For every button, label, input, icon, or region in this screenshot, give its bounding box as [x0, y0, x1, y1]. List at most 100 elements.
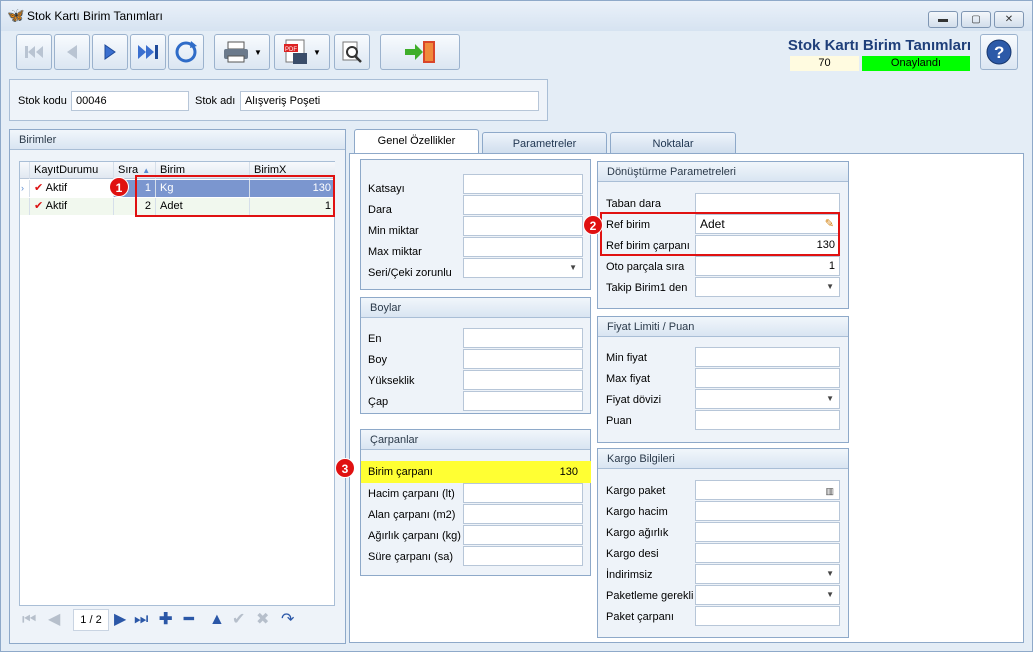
first-page-icon[interactable]: ⏮ [22, 612, 36, 628]
lookup-button-icon[interactable]: ▥ [825, 482, 834, 500]
tab-parameters[interactable]: Parametreler [482, 132, 607, 154]
annotation-box-ref [600, 212, 840, 256]
indirimsiz-select[interactable]: ▼ [695, 564, 840, 584]
min-fiyat-field[interactable] [695, 347, 840, 367]
search-preview-button[interactable] [334, 34, 370, 70]
boy-field[interactable] [463, 349, 583, 369]
refresh-button[interactable] [168, 34, 204, 70]
field-label: Takip Birim1 den [606, 282, 688, 294]
sure-carpani-field[interactable] [463, 546, 583, 566]
paketleme-gerekli-select[interactable]: ▼ [695, 585, 840, 605]
record-number: 70 [790, 56, 859, 71]
pdf-save-icon: PDF [284, 39, 308, 64]
svg-text:?: ? [994, 43, 1004, 62]
field-label: Çap [368, 396, 389, 408]
field-label: Boy [368, 354, 387, 366]
print-dropdown-icon: ▼ [254, 47, 262, 57]
grid-navigator: ⏮ ◀ 1 / 2 ▶ ⏭ ✚ ━ ▲ ✔ ✖ ↷ [19, 609, 335, 634]
first-record-button[interactable] [16, 34, 52, 70]
next-record-icon [104, 44, 116, 60]
tab-points[interactable]: Noktalar [610, 132, 736, 154]
butterfly-logo-icon: 🦋 [7, 7, 25, 23]
chevron-down-icon: ▼ [569, 263, 577, 272]
field-label: Hacim çarpanı (lt) [368, 488, 455, 500]
hacim-carpani-field[interactable] [463, 483, 583, 503]
next-record-button[interactable] [92, 34, 128, 70]
close-button[interactable]: ✕ [994, 11, 1024, 28]
kargo-agirlik-field[interactable] [695, 522, 840, 542]
puan-field[interactable] [695, 410, 840, 430]
max-miktar-field[interactable] [463, 237, 583, 257]
units-panel-title: Birimler [10, 130, 345, 150]
field-label: Kargo ağırlık [606, 527, 669, 539]
previous-page-icon[interactable]: ◀ [48, 612, 60, 628]
form-header-title: Stok Kartı Birim Tanımları [787, 37, 971, 54]
field-label: Oto parçala sıra [606, 261, 685, 273]
next-page-icon[interactable]: ▶ [114, 612, 126, 628]
row-indicator-icon: › [20, 180, 30, 197]
maximize-button[interactable]: ▢ [961, 11, 991, 28]
field-label: Min fiyat [606, 352, 647, 364]
carpanlar-title: Çarpanlar [361, 430, 590, 450]
cancel-edit-icon[interactable]: ✖ [256, 612, 269, 628]
paket-carpani-field[interactable] [695, 606, 840, 626]
stock-header-group: Stok kodu 00046 Stok adı Alışveriş Poşet… [9, 79, 548, 121]
help-button[interactable]: ? [980, 34, 1018, 70]
field-label: Kargo desi [606, 548, 659, 560]
units-grid[interactable]: KayıtDurumu Sıra ▲ Birim BirimX › ✔ Aktif… [19, 161, 335, 606]
stock-name-field[interactable]: Alışveriş Poşeti [240, 91, 539, 111]
taban-dara-field[interactable] [695, 193, 840, 213]
print-button[interactable]: ▼ [214, 34, 270, 70]
export-pdf-button[interactable]: PDF ▼ [274, 34, 330, 70]
last-record-button[interactable] [130, 34, 166, 70]
page-indicator: 1 / 2 [73, 609, 109, 631]
field-label: Puan [606, 415, 632, 427]
birim-carpani-field[interactable]: 130 [463, 462, 583, 482]
field-label: Ağırlık çarpanı (kg) [368, 530, 461, 542]
annotation-badge: 2 [583, 215, 603, 235]
alan-carpani-field[interactable] [463, 504, 583, 524]
exit-button[interactable] [380, 34, 460, 70]
refresh-icon [175, 41, 197, 63]
field-label: Taban dara [606, 198, 662, 210]
chevron-down-icon: ▼ [826, 569, 834, 578]
en-field[interactable] [463, 328, 583, 348]
add-row-icon[interactable]: ✚ [159, 612, 172, 628]
confirm-edit-icon[interactable]: ✔ [232, 612, 245, 628]
check-icon: ✔ [34, 200, 44, 212]
kargo-desi-field[interactable] [695, 543, 840, 563]
minimize-button[interactable]: ▬ [928, 11, 958, 28]
min-miktar-field[interactable] [463, 216, 583, 236]
annotation-badge: 3 [335, 458, 355, 478]
field-label: Fiyat dövizi [606, 394, 662, 406]
oto-parcala-field[interactable]: 1 [695, 256, 840, 276]
move-up-icon[interactable]: ▲ [209, 612, 225, 628]
stock-code-field[interactable]: 00046 [71, 91, 189, 111]
yukseklik-field[interactable] [463, 370, 583, 390]
seri-ceki-select[interactable]: ▼ [463, 258, 583, 278]
previous-record-button[interactable] [54, 34, 90, 70]
last-record-icon [138, 45, 158, 59]
dara-field[interactable] [463, 195, 583, 215]
cap-field[interactable] [463, 391, 583, 411]
column-header-status[interactable]: KayıtDurumu [30, 162, 114, 179]
stock-code-label: Stok kodu [18, 95, 67, 107]
last-page-icon[interactable]: ⏭ [134, 612, 148, 628]
annotation-box-units [135, 175, 335, 217]
title-bar: 🦋 Stok Kartı Birim Tanımları ▬ ▢ ✕ [1, 1, 1032, 31]
fiyat-dovizi-select[interactable]: ▼ [695, 389, 840, 409]
max-fiyat-field[interactable] [695, 368, 840, 388]
tab-general[interactable]: Genel Özellikler [354, 129, 479, 154]
kargo-paket-field[interactable]: ▥ [695, 480, 840, 500]
agirlik-carpani-field[interactable] [463, 525, 583, 545]
annotation-badge: 1 [109, 177, 129, 197]
refresh-grid-icon[interactable]: ↷ [281, 612, 294, 628]
delete-row-icon[interactable]: ━ [184, 612, 194, 628]
kargo-title: Kargo Bilgileri [598, 449, 848, 469]
katsayi-field[interactable] [463, 174, 583, 194]
exit-door-icon [405, 41, 435, 63]
sort-ascending-icon: ▲ [142, 166, 151, 175]
kargo-hacim-field[interactable] [695, 501, 840, 521]
takip-birim-select[interactable]: ▼ [695, 277, 840, 297]
field-label: Katsayı [368, 183, 405, 195]
